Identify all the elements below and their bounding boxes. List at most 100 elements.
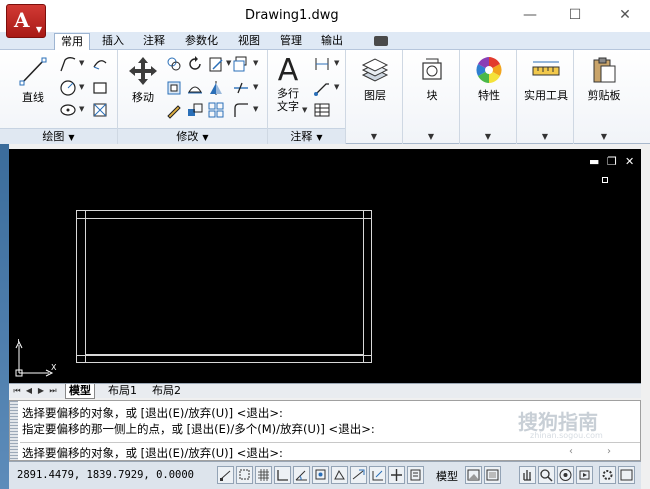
draw-panel-label: 绘图 [42, 130, 65, 143]
chevron-down-icon[interactable]: ▼ [598, 132, 610, 141]
layout-tab-layout1[interactable]: 布局1 [105, 384, 140, 399]
chevron-down-icon[interactable]: ▼ [253, 59, 258, 67]
3d-osnap-toggle[interactable] [331, 466, 348, 484]
linear-dimension-button[interactable] [312, 54, 332, 74]
chevron-down-icon[interactable]: ▼ [253, 105, 258, 113]
viewport-restore-button[interactable]: ❐ [607, 155, 617, 168]
pan-hand-icon [523, 470, 531, 481]
offset-rectangle[interactable] [85, 218, 364, 355]
minimize-button[interactable]: — [510, 2, 550, 28]
stretch-icon [167, 81, 181, 95]
zoom-button[interactable] [538, 466, 555, 484]
quick-view-layouts-button[interactable] [465, 466, 482, 484]
tab-insert[interactable]: 插入 [96, 33, 130, 50]
tab-parametric[interactable]: 参数化 [179, 33, 224, 50]
properties-button[interactable]: 特性 [464, 53, 514, 125]
drawing-area[interactable]: ▬ ❐ ✕ Y X [9, 149, 641, 383]
application-menu-button[interactable]: A ▼ [6, 4, 46, 38]
first-layout-icon[interactable]: ⏮ [11, 385, 23, 397]
offset-button[interactable] [231, 54, 251, 74]
tab-annotate[interactable]: 注释 [137, 33, 171, 50]
clipboard-button[interactable]: 剪贴板 [579, 53, 629, 125]
annotation-panel-title[interactable]: 注释 ▼ [268, 128, 345, 144]
scroll-left-icon[interactable]: ‹ [564, 445, 578, 459]
rectangle-button[interactable] [90, 78, 110, 98]
leader-button[interactable] [312, 78, 332, 98]
tab-manage[interactable]: 管理 [274, 33, 308, 50]
arc-button[interactable] [90, 54, 110, 74]
infer-constraints-toggle[interactable] [217, 466, 234, 484]
pan-button[interactable] [519, 466, 536, 484]
layout-tab-model[interactable]: 模型 [65, 384, 95, 399]
line-button[interactable]: 直线 [8, 53, 58, 125]
chevron-down-icon[interactable]: ▼ [253, 83, 258, 91]
model-space-label[interactable]: 模型 [436, 468, 458, 484]
tab-view[interactable]: 视图 [232, 33, 266, 50]
draw-panel-title[interactable]: 绘图 ▼ [0, 128, 117, 144]
chevron-down-icon[interactable]: ▼ [334, 83, 339, 91]
chamfer-button[interactable] [231, 100, 251, 120]
layers-button[interactable]: 图层 [350, 53, 400, 125]
layout-tab-layout2[interactable]: 布局2 [149, 384, 184, 399]
quick-view-drawings-button[interactable] [484, 466, 501, 484]
maximize-button[interactable]: ☐ [555, 2, 595, 28]
polar-toggle[interactable] [293, 466, 310, 484]
explode-button[interactable] [231, 78, 251, 98]
tab-home[interactable]: 常用 [54, 33, 90, 50]
dyn-toggle[interactable] [388, 466, 405, 484]
ellipse-button[interactable] [58, 100, 78, 120]
mtext-button[interactable]: A 多行 文字 [268, 53, 308, 125]
command-window-grip[interactable] [10, 401, 18, 460]
modify-panel-title[interactable]: 修改 ▼ [118, 128, 267, 144]
chevron-down-icon[interactable]: ▼ [539, 132, 551, 141]
chevron-down-icon[interactable]: ▼ [368, 132, 380, 141]
otrack-toggle[interactable] [350, 466, 367, 484]
chevron-down-icon[interactable]: ▼ [302, 106, 307, 114]
clean-screen-button[interactable] [618, 466, 635, 484]
hatch-button[interactable] [90, 100, 110, 120]
polyline-button[interactable] [58, 54, 78, 74]
fillet-button[interactable] [206, 78, 226, 98]
trim-icon [209, 57, 223, 72]
command-prompt[interactable]: 选择要偏移的对象，或 [退出(E)/放弃(U)] <退出>: [22, 445, 283, 461]
scroll-right-icon[interactable]: › [602, 445, 616, 459]
viewport-close-button[interactable]: ✕ [625, 155, 634, 168]
mirror-stretch-button[interactable] [164, 78, 184, 98]
erase-button[interactable] [164, 100, 184, 120]
rotate-button[interactable] [185, 54, 205, 74]
workspace-switch-button[interactable] [599, 466, 616, 484]
chevron-down-icon[interactable]: ▼ [482, 132, 494, 141]
circle-button[interactable] [58, 78, 78, 98]
chevron-down-icon[interactable]: ▼ [79, 83, 84, 91]
last-layout-icon[interactable]: ⏭ [47, 385, 59, 397]
array-button[interactable] [206, 100, 226, 120]
lineweight-toggle[interactable] [407, 466, 424, 484]
grid-toggle[interactable] [255, 466, 272, 484]
close-button[interactable]: ✕ [605, 2, 645, 28]
mirror-button[interactable] [185, 78, 205, 98]
showmotion-button[interactable] [576, 466, 593, 484]
viewport-minimize-button[interactable]: ▬ [589, 155, 599, 168]
trim-button[interactable] [206, 54, 226, 74]
ortho-toggle[interactable] [274, 466, 291, 484]
tab-output[interactable]: 输出 [315, 33, 349, 50]
next-layout-icon[interactable]: ▶ [35, 385, 47, 397]
table-button[interactable] [312, 100, 332, 120]
chevron-down-icon[interactable]: ▼ [334, 59, 339, 67]
osnap-toggle[interactable] [312, 466, 329, 484]
utilities-button[interactable]: 实用工具 [518, 53, 574, 125]
move-button[interactable]: 移动 [118, 53, 168, 125]
command-window[interactable]: 搜狗指南 zhinan.sogou.com 选择要偏移的对象，或 [退出(E)/… [9, 400, 641, 461]
steering-wheel-button[interactable] [557, 466, 574, 484]
ribbon: 直线 ▼ ▼ ▼ 绘图 ▼ 移动 ▼ ▼ ▼ ▼ 修改 ▼ A 多行 文字 ▼ … [0, 50, 650, 144]
block-button[interactable]: 块 [407, 53, 457, 125]
copy-object-button[interactable] [164, 54, 184, 74]
ducs-toggle[interactable] [369, 466, 386, 484]
snap-mode-toggle[interactable] [236, 466, 253, 484]
previous-layout-icon[interactable]: ◀ [23, 385, 35, 397]
chevron-down-icon[interactable]: ▼ [425, 132, 437, 141]
chevron-down-icon[interactable]: ▼ [79, 59, 84, 67]
ribbon-options-icon[interactable] [374, 36, 388, 46]
chevron-down-icon[interactable]: ▼ [79, 105, 84, 113]
scale-button[interactable] [185, 100, 205, 120]
